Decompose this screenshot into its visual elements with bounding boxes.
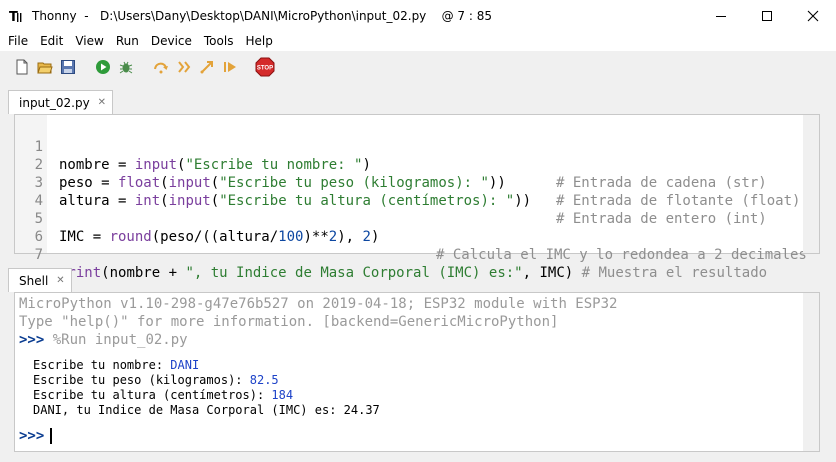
stop-label: STOP [257,66,273,72]
code-line: 3 altura = int(input("Escribe tu altura … [15,156,767,227]
code-comment: # Entrada de flotante (float) [556,193,801,209]
tab-label: input_02.py [19,95,90,110]
shell-console[interactable]: MicroPython v1.10-298-g47e76b527 on 2019… [14,292,820,452]
code-line: 7 print(nombre + ", tu Indice de Masa Co… [15,228,768,281]
shell-run-line: >>> %Run input_02.py [19,331,188,349]
title-bar: T Thonny - D:\Users\Dany\Desktop\DANI\Mi… [0,0,836,31]
toolbar: STOP [0,51,836,83]
code-editor[interactable]: 1 nombre = input("Escribe tu nombre: ") … [14,114,820,281]
editor-scrollbar[interactable] [803,115,819,253]
code-line: 2 peso = float(input("Escribe tu peso (k… [15,138,801,209]
menu-bar: File Edit View Run Device Tools Help [0,31,836,51]
save-button[interactable] [57,56,79,78]
menu-edit[interactable]: Edit [34,31,69,51]
editor-tabs: input_02.py ✕ [8,90,114,114]
run-command: %Run input_02.py [52,332,188,348]
resume-button[interactable] [219,56,241,78]
window-title: Thonny - D:\Users\Dany\Desktop\DANI\Micr… [32,8,492,23]
maximize-button[interactable] [744,0,790,31]
menu-help[interactable]: Help [239,31,278,51]
menu-view[interactable]: View [69,31,109,51]
stop-icon: STOP [255,57,275,77]
stop-button[interactable]: STOP [254,56,276,78]
code-comment: # Entrada de entero (int) [556,211,767,227]
tab-close-icon[interactable]: ✕ [56,275,64,286]
tab-label: Shell [19,273,49,288]
tab-input-02[interactable]: input_02.py ✕ [8,90,114,114]
thonny-logo-icon: T [8,8,24,24]
code-comment: # Entrada de cadena (str) [556,175,767,191]
debug-icon [119,61,133,74]
user-input: 184 [271,388,294,402]
run-icon [96,60,110,74]
menu-tools[interactable]: Tools [198,31,240,51]
cursor-position: @ 7 : 85 [441,8,492,23]
shell-output: Escribe tu peso (kilogramos): 82.5 [33,373,279,387]
close-icon [807,10,819,21]
step-into-icon [178,61,191,73]
menu-file[interactable]: File [2,31,34,51]
save-icon [61,60,75,74]
tab-close-icon[interactable]: ✕ [98,97,106,108]
minimize-icon [716,15,726,17]
user-input: DANI [170,358,200,372]
shell-tabs: Shell ✕ [8,268,72,292]
shell-output: Escribe tu nombre: DANI [33,358,200,372]
shell-scrollbar[interactable] [803,293,819,451]
shell-result: DANI, tu Indice de Masa Corporal (IMC) e… [33,403,380,417]
open-file-button[interactable] [34,56,56,78]
close-button[interactable] [790,0,836,31]
text-caret [50,428,53,444]
app-name: Thonny [32,8,77,23]
code-line: 1 nombre = input("Escribe tu nombre: ") … [15,120,767,191]
code-line: 6 [15,210,49,245]
run-button[interactable] [92,56,114,78]
new-file-icon [16,59,28,75]
new-file-button[interactable] [11,56,33,78]
menu-device[interactable]: Device [145,31,198,51]
menu-run[interactable]: Run [110,31,145,51]
shell-prompt: >>> [19,428,45,444]
shell-prompt: >>> [19,332,45,348]
step-over-button[interactable] [150,56,172,78]
shell-banner: Type "help()" for more information. [bac… [19,314,559,330]
minimize-button[interactable] [698,0,744,31]
line-number: 7 [34,247,43,263]
debug-button[interactable] [115,56,137,78]
svg-text:T: T [9,10,18,23]
step-over-icon [154,62,168,74]
tab-shell[interactable]: Shell ✕ [8,268,72,292]
file-path: D:\Users\Dany\Desktop\DANI\MicroPython\i… [100,8,427,23]
resume-icon [224,62,236,72]
maximize-icon [762,10,772,21]
code-comment: # Calcula el IMC y lo redondea a 2 decim… [436,247,807,263]
open-folder-icon [37,62,53,74]
user-input: 82.5 [249,373,279,387]
code-line: 4 [15,174,49,209]
shell-banner: MicroPython v1.10-298-g47e76b527 on 2019… [19,296,618,312]
shell-output: Escribe tu altura (centímetros): 184 [33,388,294,402]
step-into-button[interactable] [173,56,195,78]
step-out-button[interactable] [196,56,218,78]
step-out-icon [200,61,213,74]
shell-input-line[interactable]: >>> [19,427,53,445]
code-line: 5 IMC = round(peso/((altura/100)**2), 2)… [15,192,807,263]
